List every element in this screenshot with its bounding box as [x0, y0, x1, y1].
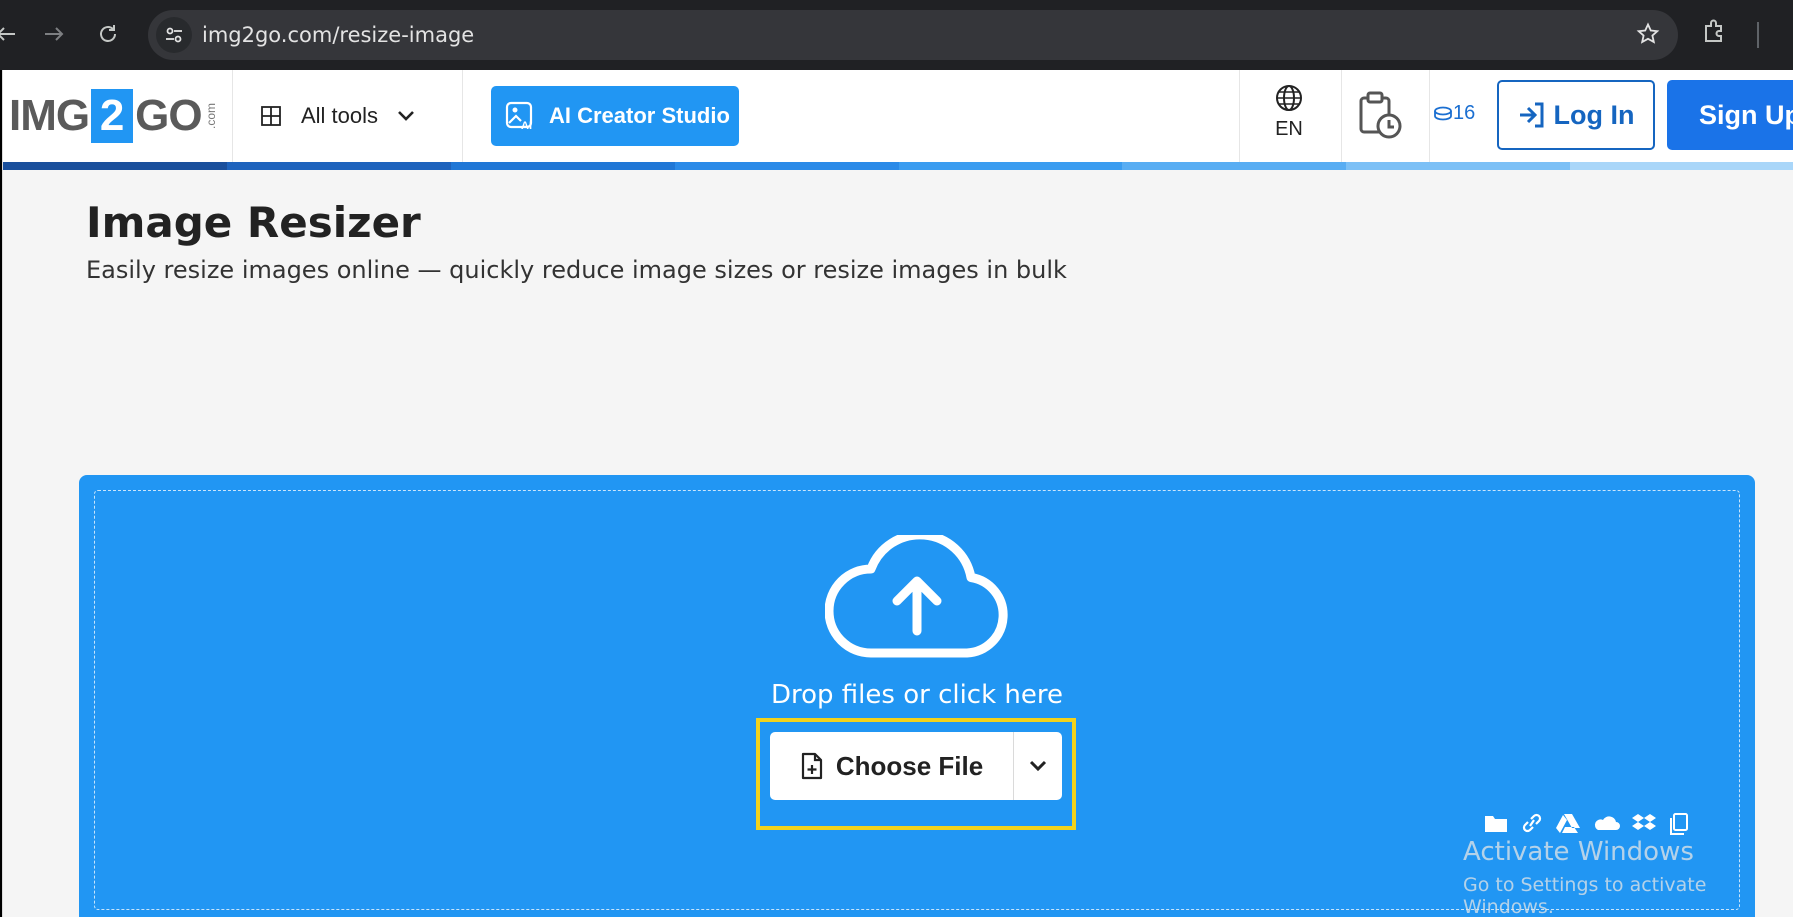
extensions-puzzle-icon[interactable] [1702, 18, 1728, 49]
credits-counter[interactable]: 16 [1433, 102, 1475, 125]
onedrive-icon[interactable] [1592, 812, 1620, 836]
coins-icon [1434, 106, 1452, 120]
forward-button[interactable] [34, 14, 74, 54]
ai-creator-label: AI Creator Studio [549, 103, 730, 128]
nav-divider [1429, 70, 1430, 162]
folder-icon[interactable] [1483, 812, 1509, 836]
page-title: Image Resizer [86, 198, 421, 247]
dropbox-icon[interactable] [1631, 812, 1657, 836]
all-tools-label: All tools [301, 103, 379, 128]
choose-file-label: Choose File [835, 750, 984, 781]
browser-toolbar: img2go.com/resize-image [0, 0, 1793, 70]
login-button[interactable]: Log In [1497, 80, 1655, 150]
forward-arrow-icon [45, 27, 64, 41]
windows-activation-title: Activate Windows [1463, 837, 1694, 867]
header-gradient-bar [3, 162, 1793, 170]
globe-icon [1276, 85, 1302, 111]
upload-source-icons [1483, 812, 1690, 836]
chevron-down-icon [1029, 760, 1047, 772]
chevron-down-icon [398, 111, 414, 121]
ai-creator-studio-button[interactable]: AI AI Creator Studio [491, 86, 739, 146]
site-header: IMG 2 GO .com All tools AI AI Creator St… [3, 70, 1793, 162]
nav-divider [232, 70, 233, 162]
login-label: Log In [1553, 99, 1635, 130]
site-info-button[interactable] [156, 17, 192, 53]
login-icon [1518, 102, 1546, 128]
address-bar[interactable]: img2go.com/resize-image [148, 10, 1678, 60]
language-selector[interactable]: EN [1239, 84, 1339, 141]
windows-activation-subtitle: Go to Settings to activate Windows. [1463, 874, 1707, 917]
nav-divider [462, 70, 463, 162]
reload-icon [100, 25, 116, 42]
grid-icon [261, 106, 281, 126]
page-subtitle: Easily resize images online — quickly re… [86, 256, 1067, 284]
choose-file-dropdown[interactable] [1014, 732, 1062, 800]
file-add-icon [800, 752, 824, 780]
link-icon[interactable] [1520, 812, 1544, 836]
reload-button[interactable] [88, 14, 128, 54]
logo-text-right: GO [135, 91, 202, 140]
back-button[interactable] [0, 14, 26, 54]
clipboard-icon[interactable] [1668, 812, 1690, 836]
bookmark-star-icon[interactable] [1636, 22, 1660, 51]
choose-file-button-group[interactable]: Choose File [770, 732, 1062, 800]
page-viewport: IMG 2 GO .com All tools AI AI Creator St… [2, 70, 1793, 917]
svg-text:AI: AI [521, 120, 532, 131]
url-text[interactable]: img2go.com/resize-image [202, 23, 474, 47]
cloud-upload-icon [824, 530, 1009, 664]
credits-count: 16 [1453, 102, 1476, 124]
tune-icon [166, 27, 182, 43]
signup-label: Sign Up [1699, 99, 1793, 130]
drop-instruction: Drop files or click here [770, 680, 1064, 710]
logo-text-left: IMG [9, 91, 90, 140]
back-arrow-icon [0, 27, 15, 41]
all-tools-menu[interactable]: All tools [261, 98, 416, 134]
nav-divider [1341, 70, 1342, 162]
signup-button[interactable]: Sign Up [1667, 80, 1793, 150]
choose-file-button[interactable]: Choose File [770, 732, 1014, 800]
google-drive-icon[interactable] [1555, 812, 1581, 836]
history-clipboard-icon[interactable] [1355, 90, 1403, 145]
site-logo[interactable]: IMG 2 GO .com [9, 88, 218, 144]
toolbar-divider [1757, 22, 1759, 48]
logo-digit: 2 [91, 89, 134, 143]
language-label: EN [1275, 118, 1303, 140]
ai-image-icon: AI [505, 101, 535, 131]
logo-suffix: .com [203, 102, 218, 129]
